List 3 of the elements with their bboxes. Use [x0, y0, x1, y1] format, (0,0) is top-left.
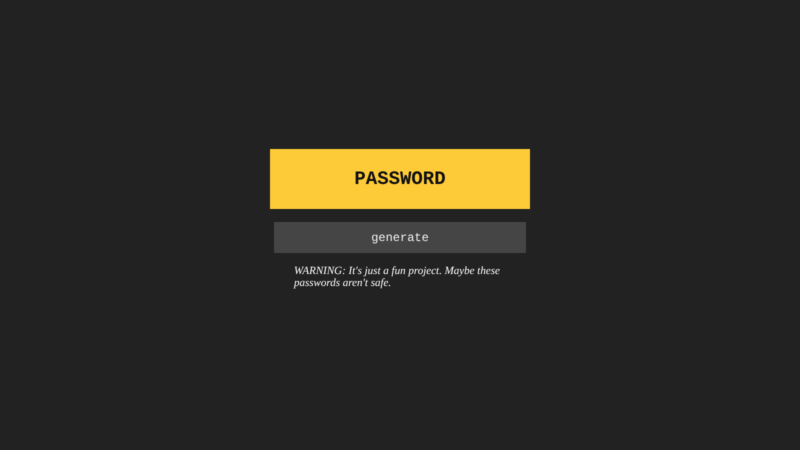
generate-button[interactable]: generate — [274, 222, 526, 253]
password-display: PASSWORD — [270, 149, 530, 209]
warning-text: WARNING: It's just a fun project. Maybe these passwords aren't safe. — [294, 265, 501, 289]
